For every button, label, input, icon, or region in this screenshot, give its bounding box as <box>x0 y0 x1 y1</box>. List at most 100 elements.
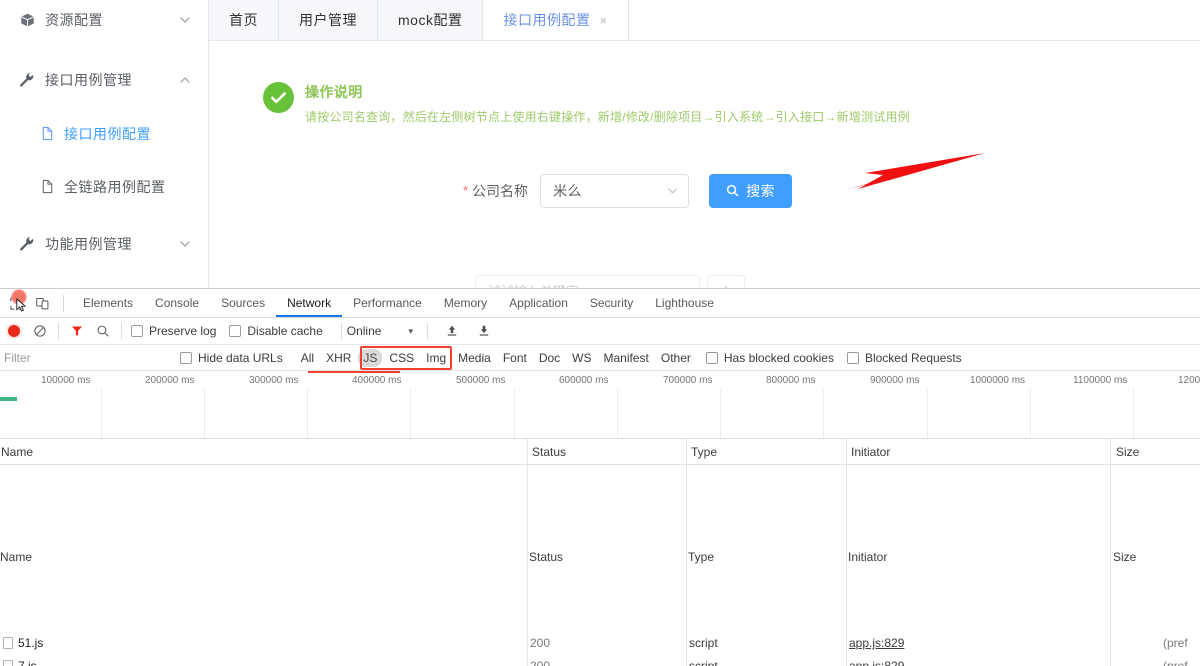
disable-cache-checkbox[interactable]: Disable cache <box>229 324 323 338</box>
clear-icon[interactable] <box>27 318 53 344</box>
application-viewport: 资源配置 接口用例管理 接口用例配置 全链路用例配置 功能用例管理 首页 用户管… <box>0 0 1200 288</box>
import-har-icon[interactable] <box>439 318 465 344</box>
sidebar-item-interface-case-config[interactable]: 接口用例配置 <box>0 114 208 154</box>
table-row[interactable]: 51.js 200 script app.js:829 (pref <box>0 633 1200 654</box>
column-header-type[interactable]: Type <box>691 445 717 459</box>
sidebar-item-interface-case-management[interactable]: 接口用例管理 <box>0 60 208 100</box>
sidebar-item-function-case-management[interactable]: 功能用例管理 <box>0 224 208 264</box>
network-toolbar: Preserve log Disable cache Online ▾ <box>0 318 1200 345</box>
tab-user-management[interactable]: 用户管理 <box>279 0 378 40</box>
filter-type-media[interactable]: Media <box>453 349 496 367</box>
devtools-tab-memory[interactable]: Memory <box>433 289 498 317</box>
devtools-tab-application[interactable]: Application <box>498 289 579 317</box>
add-keyword-button[interactable]: + <box>707 275 745 288</box>
devtools-tab-sources[interactable]: Sources <box>210 289 276 317</box>
search-button[interactable]: 搜索 <box>709 174 793 208</box>
tab-label: Lighthouse <box>655 296 714 310</box>
tab-label: Security <box>589 296 634 310</box>
filter-type-css[interactable]: CSS <box>384 349 419 367</box>
timeline-activity-bar <box>0 397 17 401</box>
toolbar-divider <box>340 323 342 339</box>
column-header-size[interactable]: Size <box>1116 445 1139 459</box>
cursor-icon <box>16 298 27 312</box>
column-header-name[interactable]: Name <box>1 445 33 459</box>
tab-home[interactable]: 首页 <box>209 0 279 40</box>
devtools-tab-lighthouse[interactable]: Lighthouse <box>644 289 725 317</box>
filter-type-js[interactable]: JS <box>358 348 383 367</box>
keyword-input[interactable] <box>475 275 700 288</box>
network-overview-timeline[interactable]: 100000 ms 200000 ms 300000 ms 400000 ms … <box>0 371 1200 439</box>
filter-type-label: Manifest <box>603 350 649 365</box>
tab-label: Console <box>155 296 200 310</box>
sidebar-item-fullchain-case-config[interactable]: 全链路用例配置 <box>0 167 208 207</box>
sidebar-item-resource-config[interactable]: 资源配置 <box>0 0 208 40</box>
column-header-status[interactable]: Status <box>532 445 566 459</box>
timeline-tick: 200000 ms <box>145 375 195 386</box>
checkbox-box <box>131 325 143 337</box>
filter-funnel-icon[interactable] <box>64 318 90 344</box>
checkbox-box <box>846 351 859 364</box>
table-header-row: Name Status Type Initiator Size <box>0 439 1200 465</box>
filter-type-xhr[interactable]: XHR <box>321 349 356 367</box>
toolbar-divider <box>58 323 59 339</box>
sidebar-navigation: 资源配置 接口用例管理 接口用例配置 全链路用例配置 功能用例管理 <box>0 0 209 288</box>
filter-type-ws[interactable]: WS <box>567 349 596 367</box>
request-size: (pref <box>1163 659 1188 666</box>
filter-type-label: XHR <box>326 350 352 365</box>
hide-data-urls-label: Hide data URLs <box>198 350 283 365</box>
timeline-tick: 600000 ms <box>559 375 609 386</box>
tab-label: Performance <box>353 296 422 310</box>
tab-label: 接口用例配置 <box>503 12 591 28</box>
required-asterisk: * <box>463 183 469 198</box>
preserve-log-checkbox[interactable]: Preserve log <box>131 324 216 338</box>
devtools-tab-elements[interactable]: Elements <box>72 289 144 317</box>
devtools-tab-console[interactable]: Console <box>144 289 210 317</box>
filter-type-label: Doc <box>538 350 561 365</box>
tab-mock-config[interactable]: mock配置 <box>378 0 484 40</box>
search-button-label: 搜索 <box>746 183 776 199</box>
filter-type-doc[interactable]: Doc <box>534 349 565 367</box>
ghost-column-header-initiator: Initiator <box>848 550 888 564</box>
inspect-element-icon[interactable] <box>3 289 29 316</box>
request-initiator[interactable]: app.js:829 <box>849 659 904 666</box>
tab-label: Application <box>509 296 568 310</box>
throttling-select[interactable]: Online ▾ <box>347 324 413 338</box>
filter-input[interactable] <box>0 350 170 365</box>
table-row[interactable]: 7.js 200 script app.js:829 (pref <box>0 656 1200 666</box>
column-header-initiator[interactable]: Initiator <box>851 445 890 459</box>
tab-interface-case-config[interactable]: 接口用例配置 × <box>483 0 629 40</box>
search-icon[interactable] <box>90 318 116 344</box>
wrench-icon <box>18 71 36 89</box>
export-har-icon[interactable] <box>471 318 497 344</box>
disable-cache-label: Disable cache <box>247 324 323 338</box>
filter-type-manifest[interactable]: Manifest <box>599 349 654 367</box>
timeline-tick: 900000 ms <box>870 375 920 386</box>
has-blocked-cookies-checkbox[interactable]: Has blocked cookies <box>705 350 834 365</box>
filter-type-label: Media <box>458 350 491 365</box>
filter-type-label: JS <box>363 350 378 365</box>
timeline-tick: 400000 ms <box>352 375 402 386</box>
sidebar-item-label: 功能用例管理 <box>45 236 132 252</box>
network-filter-bar: Hide data URLs All XHR JS CSS Img Media … <box>0 345 1200 371</box>
filter-type-other[interactable]: Other <box>656 349 696 367</box>
request-initiator[interactable]: app.js:829 <box>849 636 904 650</box>
record-button-icon[interactable] <box>1 318 27 344</box>
close-icon[interactable]: × <box>599 14 607 27</box>
device-toolbar-icon[interactable] <box>29 290 55 316</box>
devtools-tab-security[interactable]: Security <box>579 289 644 317</box>
devtools-tab-performance[interactable]: Performance <box>342 289 433 317</box>
company-name-select[interactable]: 米么 <box>540 174 690 208</box>
has-blocked-cookies-label: Has blocked cookies <box>723 350 834 365</box>
filter-type-all[interactable]: All <box>296 349 319 367</box>
company-name-value: 米么 <box>553 183 583 199</box>
company-name-label: * 公司名称 <box>463 181 528 201</box>
devtools-tab-network[interactable]: Network <box>276 289 342 317</box>
annotation-arrow-icon <box>845 153 985 190</box>
keyword-search-row: + <box>475 275 745 288</box>
filter-type-img[interactable]: Img <box>421 349 451 367</box>
blocked-requests-checkbox[interactable]: Blocked Requests <box>846 351 962 365</box>
ghost-column-header-type: Type <box>688 550 715 564</box>
hide-data-urls-checkbox[interactable]: Hide data URLs <box>180 351 283 365</box>
chevron-down-icon <box>178 13 192 27</box>
filter-type-font[interactable]: Font <box>498 349 532 367</box>
